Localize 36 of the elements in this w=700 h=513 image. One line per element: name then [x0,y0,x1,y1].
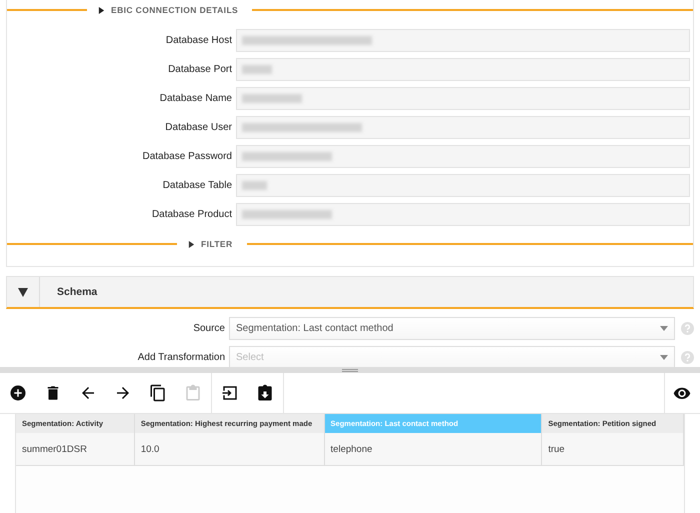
field-label: Database Product [150,209,233,220]
copy-icon[interactable] [149,384,167,402]
field-label: Database User [164,122,233,133]
section-title[interactable]: FILTER [201,239,233,249]
splitter-handle[interactable] [0,367,700,373]
input-field[interactable] [236,58,690,81]
field-label: Database Port [167,64,233,75]
section-title[interactable]: EBIC CONNECTION DETAILS [111,5,238,15]
field-label: Database Name [158,93,233,104]
caret-icon [660,326,668,331]
field-label: Add Transformation [136,352,226,363]
import-icon[interactable] [221,384,239,402]
input-field[interactable] [236,116,690,139]
add-icon[interactable] [9,384,27,402]
input-field[interactable] [236,174,690,197]
field-label: Database Table [162,180,233,191]
triangle-icon[interactable] [18,288,28,296]
field-label: Database Host [164,35,233,46]
table-cell: summer01DSR [16,433,135,465]
table-cell: telephone [324,433,542,465]
panel-title: Schema [57,286,98,298]
forward-icon[interactable] [114,384,132,402]
triangle-icon[interactable] [188,240,195,248]
caret-icon [660,355,668,360]
download-icon[interactable] [256,384,274,402]
triangle-icon[interactable] [98,6,105,14]
field-label: Database Password [142,151,233,162]
input-field[interactable] [236,87,690,110]
input-field[interactable] [236,145,690,168]
select-field[interactable]: Segmentation: Last contact method [229,317,675,340]
panel-header[interactable]: Schema [6,276,694,309]
table-cell: 10.0 [134,433,325,465]
input-field[interactable] [236,203,690,226]
table-cell: true [542,433,684,465]
field-label: Source [192,323,226,334]
input-field[interactable] [236,29,690,52]
